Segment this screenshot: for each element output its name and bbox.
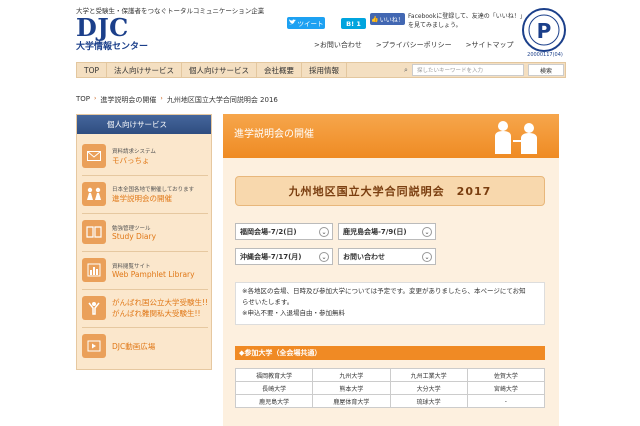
nav-top[interactable]: TOP (77, 63, 108, 77)
sidebar-item-web-pamphlet[interactable]: 資料閲覧サイト Web Pamphlet Library (82, 253, 208, 287)
breadcrumb: TOP › 進学説明会の開催 › 九州地区国立大学合同説明会 2016 (76, 95, 278, 105)
sidebar-item-study-diary[interactable]: 勉強管理ツール Study Diary (82, 215, 208, 249)
page-title: 進学説明会の開催 (234, 129, 314, 140)
privacy-mark-icon: P (522, 8, 566, 52)
table-row: 長崎大学 熊本大学 大分大学 宮崎大学 (234, 381, 546, 395)
presentation-icon (495, 121, 537, 154)
tweet-button[interactable]: ツイート (287, 17, 325, 29)
chevron-down-icon: ⌄ (422, 227, 432, 237)
thumbs-up-icon: 👍 (371, 15, 379, 23)
twitter-bird-icon (288, 19, 296, 27)
sidebar-item-djc-video[interactable]: DJC動画広場 (82, 329, 208, 363)
page-banner: 進学説明会の開催 (223, 114, 559, 158)
venue-okinawa-button[interactable]: 沖縄会場-7/17(月) ⌄ (235, 248, 333, 265)
table-cell: 九州大学 (312, 368, 391, 382)
chevron-down-icon: ⌄ (319, 227, 329, 237)
contact-link[interactable]: >お問い合わせ (314, 40, 362, 50)
event-title-box: 九州地区国立大学合同説明会 2017 (235, 176, 545, 206)
table-cell: 熊本大学 (312, 381, 391, 395)
table-cell: 鹿児島大学 (234, 394, 314, 408)
table-cell: 福岡教育大学 (234, 368, 314, 382)
hatena-bookmark-button[interactable]: B! 1 (341, 18, 366, 29)
contact-button[interactable]: お問い合わせ ⌄ (338, 248, 436, 265)
table-cell: 九州工業大学 (389, 368, 468, 382)
facebook-like-button[interactable]: 👍 いいね！ (370, 13, 405, 25)
people-icon (82, 182, 106, 206)
cheer-icon (82, 296, 106, 320)
sidebar-item-ganbare[interactable]: がんばれ国公立大学受験生!! がんばれ難関私大受験生!! (82, 291, 208, 325)
nav-corporate-services[interactable]: 法人向けサービス (107, 63, 183, 77)
table-cell: 宮崎大学 (466, 381, 546, 395)
table-cell: 長崎大学 (234, 381, 314, 395)
sidebar: 個人向けサービス 資料請求システム モバっちょ 日本全国各地で開催しております … (76, 114, 212, 370)
sidebar-item-mobaccho[interactable]: 資料請求システム モバっちょ (82, 139, 208, 173)
utility-links: >お問い合わせ >プライバシーポリシー >サイトマップ (314, 40, 514, 50)
nav-personal-services[interactable]: 個人向けサービス (182, 63, 258, 77)
venue-fukuoka-button[interactable]: 福岡会場-7/2(日) ⌄ (235, 223, 333, 240)
table-row: 鹿児島大学 鹿屋体育大学 琉球大学 - (234, 394, 546, 408)
privacy-mark-number: 20000117(04) (527, 52, 563, 58)
search-button[interactable]: 検索 (528, 64, 564, 76)
table-cell: 大分大学 (389, 381, 468, 395)
notice-box: ※各地区の会場、日時及び参加大学については予定です。変更がありましたら、本ページ… (235, 282, 545, 325)
facebook-prompt-text: Facebookに登録して、友達の「いいね！」を見てみましょう。 (408, 13, 526, 29)
breadcrumb-current: 九州地区国立大学合同説明会 2016 (166, 96, 278, 104)
chart-icon (82, 258, 106, 282)
chevron-down-icon: ⌄ (422, 252, 432, 262)
tweet-label: ツイート (297, 20, 324, 28)
sitemap-link[interactable]: >サイトマップ (466, 40, 514, 50)
logo-subtitle: 大学情報センター (76, 42, 149, 52)
fb-like-label: いいね！ (379, 16, 404, 24)
search-icon: ⌕ (404, 66, 408, 74)
search-input[interactable]: 探したいキーワードを入力 (412, 64, 524, 76)
djc-logo[interactable]: DJC (76, 13, 129, 42)
breadcrumb-arrow-icon: › (94, 95, 97, 102)
svg-text:P: P (537, 19, 552, 43)
main-content: 九州地区国立大学合同説明会 2017 福岡会場-7/2(日) ⌄ 鹿児島会場-7… (223, 158, 559, 426)
breadcrumb-events[interactable]: 進学説明会の開催 (100, 95, 156, 105)
table-cell: 佐賀大学 (466, 368, 546, 382)
event-title: 九州地区国立大学合同説明会 2017 (288, 185, 492, 198)
privacy-policy-link[interactable]: >プライバシーポリシー (376, 40, 452, 50)
nav-company-overview[interactable]: 会社概要 (257, 63, 303, 77)
video-icon (82, 334, 106, 358)
chevron-down-icon: ⌄ (319, 252, 329, 262)
table-cell: 鹿屋体育大学 (312, 394, 391, 408)
breadcrumb-arrow-icon: › (160, 95, 163, 102)
mail-icon (82, 144, 106, 168)
table-cell: 琉球大学 (389, 394, 468, 408)
participating-universities-heading: ◆参加大学（全会場共通） (235, 346, 545, 360)
table-row: 福岡教育大学 九州大学 九州工業大学 佐賀大学 (234, 368, 546, 382)
university-table: 福岡教育大学 九州大学 九州工業大学 佐賀大学 長崎大学 熊本大学 大分大学 宮… (234, 368, 546, 408)
breadcrumb-top[interactable]: TOP (76, 95, 90, 105)
sidebar-heading: 個人向けサービス (77, 115, 211, 134)
book-icon (82, 220, 106, 244)
venue-kagoshima-button[interactable]: 鹿児島会場-7/9(日) ⌄ (338, 223, 436, 240)
sidebar-item-events[interactable]: 日本全国各地で開催しております 進学説明会の開催 (82, 177, 208, 211)
table-cell: - (466, 394, 546, 408)
nav-recruitment[interactable]: 採用情報 (302, 63, 348, 77)
